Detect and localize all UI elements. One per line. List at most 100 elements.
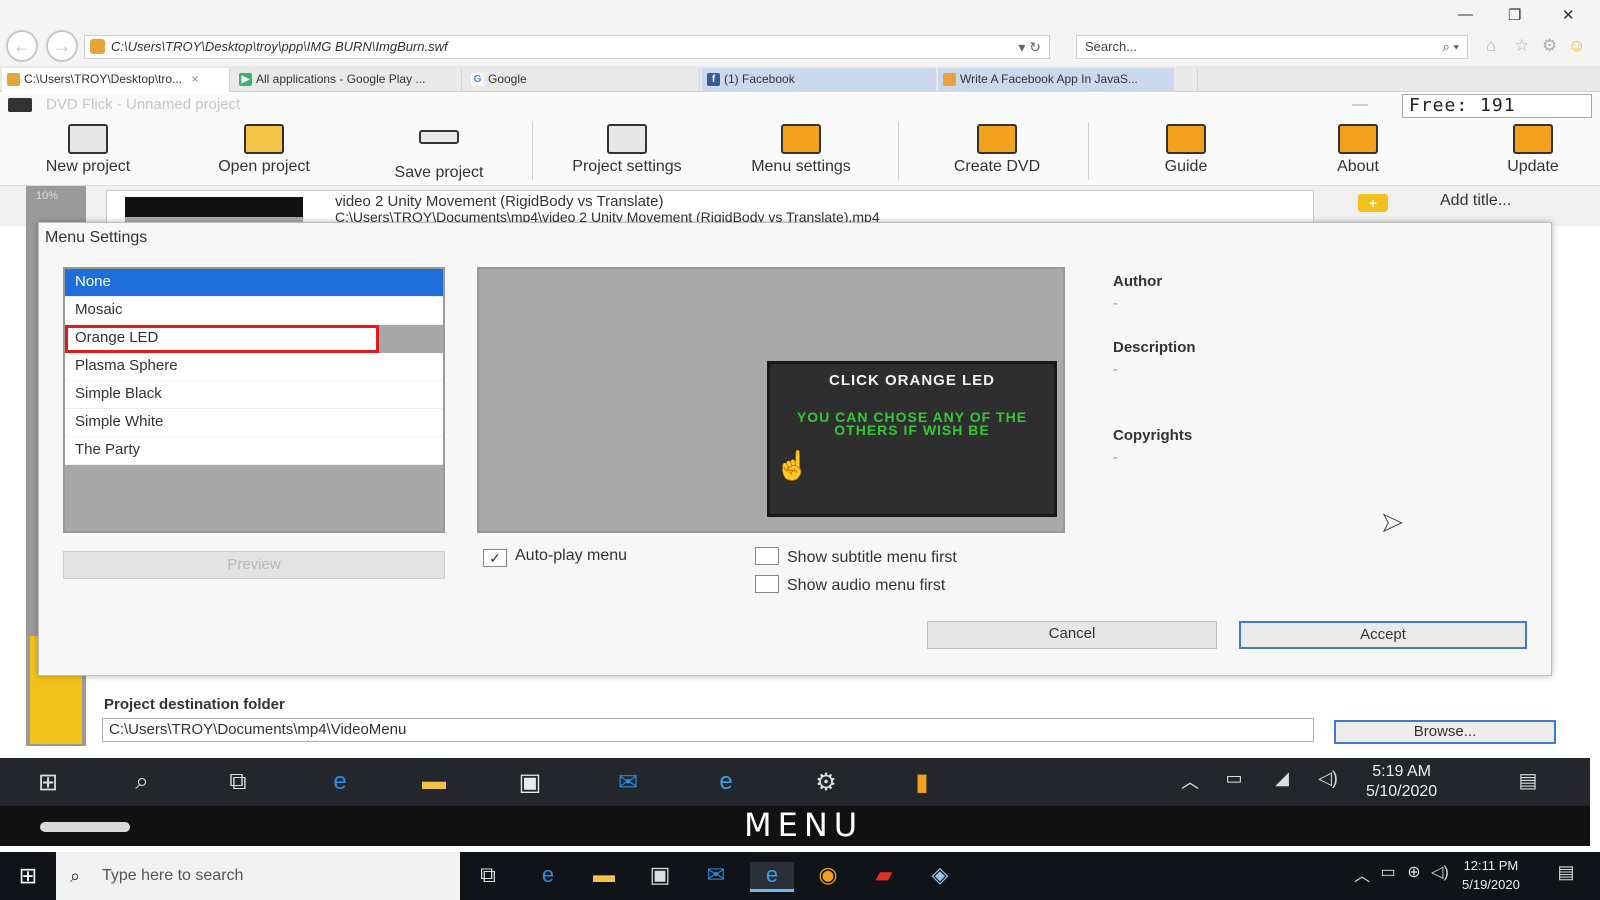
menu-item-simple-black[interactable]: Simple Black: [65, 381, 443, 409]
menu-item-orange-led[interactable]: Orange LED: [65, 325, 379, 353]
toolbar-label: Open project: [218, 158, 310, 175]
menu-item-mosaic[interactable]: Mosaic: [65, 297, 443, 325]
battery-icon[interactable]: ▭: [1214, 768, 1254, 789]
accept-button[interactable]: Accept: [1239, 621, 1527, 649]
search-icon[interactable]: ⌕: [122, 768, 162, 796]
toolbar-label: Update: [1507, 158, 1559, 175]
tools-gear-icon[interactable]: ⚙: [1542, 36, 1557, 56]
watermark-logo: [40, 822, 130, 832]
chevron-up-icon[interactable]: ︿: [1170, 768, 1210, 794]
tab-facebook[interactable]: f (1) Facebook: [702, 68, 936, 92]
task-view-icon[interactable]: ⧉: [218, 768, 258, 796]
mouse-pointer-icon: ➤: [1381, 507, 1404, 538]
notifications-icon[interactable]: ▤: [1508, 768, 1548, 793]
dvd-flick-taskbar-icon[interactable]: ▮: [902, 768, 942, 797]
checkbox-checked-icon: ✓: [483, 549, 507, 567]
menu-item-the-party[interactable]: The Party: [65, 437, 443, 465]
title-list-item[interactable]: video 2 Unity Movement (RigidBody vs Tra…: [106, 190, 1314, 226]
tab-label: C:\Users\TROY\Desktop\tro...: [24, 72, 183, 86]
internet-explorer-icon[interactable]: e: [750, 862, 794, 892]
toolbar-divider: [1088, 122, 1089, 180]
file-explorer-icon[interactable]: ▬: [414, 768, 454, 796]
add-title-icon[interactable]: +: [1358, 194, 1388, 212]
mail-icon[interactable]: ✉: [694, 862, 738, 892]
tab-favicon-icon: [943, 73, 956, 86]
tab-google[interactable]: G Google: [466, 68, 700, 92]
close-icon[interactable]: ✕: [1562, 6, 1575, 24]
toolbar-divider: [898, 122, 899, 180]
tab-favicon-icon: [7, 73, 20, 86]
cancel-button[interactable]: Cancel: [927, 621, 1217, 649]
guide-button[interactable]: Guide: [1138, 118, 1234, 184]
search-input[interactable]: Search... ⌕ ▾: [1076, 35, 1468, 59]
favorites-star-icon[interactable]: ☆: [1514, 36, 1529, 56]
new-tab-icon[interactable]: [1176, 68, 1198, 92]
windows-start-icon[interactable]: ⊞: [0, 852, 56, 900]
subtitle-first-checkbox[interactable]: Show subtitle menu first: [755, 547, 957, 567]
description-label: Description: [1113, 339, 1196, 356]
host-search-box[interactable]: ⌕ Type here to search: [56, 852, 460, 900]
menu-item-none[interactable]: None: [65, 269, 443, 297]
settings-icon: [607, 124, 647, 154]
address-bar[interactable]: C:\Users\TROY\Desktop\troy\ppp\IMG BURN\…: [84, 35, 1050, 59]
host-taskbar: ⊞ ⌕ Type here to search ⧉ e ▬ ▣ ✉ e ◉ ▰ …: [0, 852, 1600, 900]
address-text: C:\Users\TROY\Desktop\troy\ppp\IMG BURN\…: [111, 39, 448, 54]
menu-settings-button[interactable]: Menu settings: [726, 118, 876, 184]
notifications-icon[interactable]: ▤: [1548, 862, 1584, 892]
tab-close-icon[interactable]: ×: [191, 72, 198, 86]
tab-label: (1) Facebook: [724, 72, 795, 86]
add-title-button[interactable]: Add title...: [1440, 192, 1511, 210]
chrome-icon[interactable]: ◉: [806, 862, 850, 892]
audio-first-checkbox[interactable]: Show audio menu first: [755, 575, 945, 595]
shield-icon[interactable]: ◈: [918, 862, 962, 892]
project-settings-button[interactable]: Project settings: [546, 118, 708, 184]
acrobat-icon[interactable]: ▰: [862, 862, 906, 892]
menu-item-plasma-sphere[interactable]: Plasma Sphere: [65, 353, 443, 381]
tab-facebook-app[interactable]: Write A Facebook App In JavaS...: [938, 68, 1174, 92]
chevron-up-icon[interactable]: ︿: [1350, 862, 1374, 892]
open-project-button[interactable]: Open project: [190, 118, 338, 184]
save-project-button[interactable]: Save project: [364, 118, 514, 184]
mail-icon[interactable]: ✉: [608, 768, 648, 797]
destination-folder-input[interactable]: C:\Users\TROY\Documents\mp4\VideoMenu: [102, 718, 1314, 742]
forward-icon[interactable]: →: [46, 30, 78, 62]
globe-icon[interactable]: ⊕: [1402, 862, 1426, 892]
file-explorer-icon[interactable]: ▬: [582, 862, 626, 892]
volume-icon[interactable]: ◁): [1428, 862, 1452, 892]
checkbox-icon: [755, 575, 779, 593]
smiley-icon[interactable]: ☺: [1568, 36, 1585, 56]
volume-icon[interactable]: ◁): [1308, 768, 1348, 789]
minimize-icon[interactable]: —: [1458, 6, 1473, 23]
toolbar-label: Create DVD: [953, 158, 1041, 175]
battery-icon[interactable]: ▭: [1376, 862, 1400, 892]
menu-template-list[interactable]: None Mosaic Orange LED Plasma Sphere Sim…: [63, 267, 445, 533]
edge-icon[interactable]: e: [320, 768, 360, 796]
store-icon[interactable]: ▣: [510, 768, 550, 797]
tab-google-play[interactable]: ▶ All applications - Google Play ...: [234, 68, 462, 92]
windows-start-icon[interactable]: ⊞: [28, 768, 68, 797]
tab-imgburn[interactable]: C:\Users\TROY\Desktop\tro... ×: [2, 68, 230, 92]
internet-explorer-icon[interactable]: e: [706, 768, 746, 796]
create-dvd-button[interactable]: Create DVD: [932, 118, 1062, 184]
settings-gear-icon[interactable]: ⚙: [806, 768, 846, 797]
refresh-icon[interactable]: ▾ ↻: [1018, 36, 1041, 58]
home-icon[interactable]: ⌂: [1486, 36, 1496, 56]
restore-icon[interactable]: ❐: [1508, 6, 1521, 24]
menu-icon: [781, 124, 821, 154]
app-minimize-icon[interactable]: —: [1352, 96, 1368, 114]
search-icon[interactable]: ⌕ ▾: [1443, 36, 1459, 58]
about-button[interactable]: About: [1318, 118, 1398, 184]
task-view-icon[interactable]: ⧉: [466, 862, 510, 892]
network-icon[interactable]: ◢: [1262, 768, 1302, 789]
preview-button[interactable]: Preview: [63, 551, 445, 579]
new-project-button[interactable]: New project: [22, 118, 154, 184]
checkbox-label: Show subtitle menu first: [787, 549, 957, 566]
autoplay-checkbox[interactable]: ✓ Auto-play menu: [483, 547, 627, 567]
browse-button[interactable]: Browse...: [1334, 720, 1556, 744]
edge-icon[interactable]: e: [526, 862, 570, 892]
store-icon[interactable]: ▣: [638, 862, 682, 892]
back-icon[interactable]: ←: [6, 30, 38, 62]
annotation-title: CLICK ORANGE LED: [829, 372, 995, 389]
update-button[interactable]: Update: [1488, 118, 1578, 184]
menu-item-simple-white[interactable]: Simple White: [65, 409, 443, 437]
